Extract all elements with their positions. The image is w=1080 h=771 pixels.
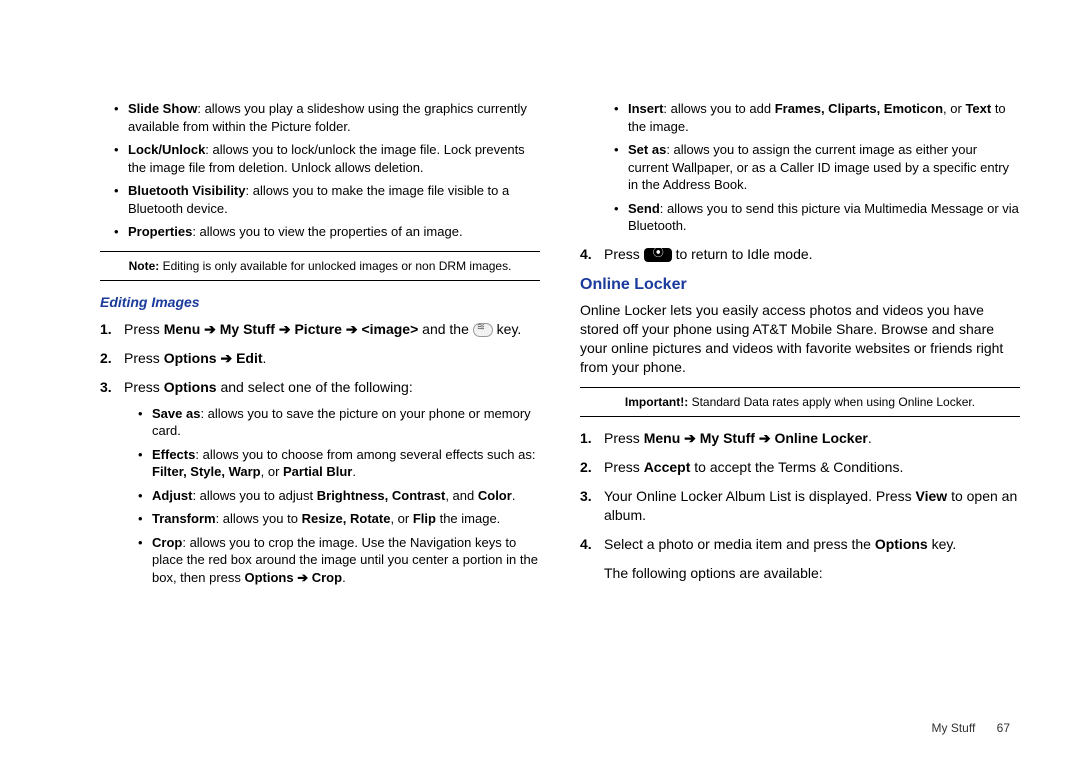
list-item: Transform: allows you to Resize, Rotate,…	[142, 510, 540, 528]
feature-bullets-left: Slide Show: allows you play a slideshow …	[100, 100, 540, 241]
online-locker-intro: Online Locker lets you easily access pho…	[580, 301, 1020, 377]
right-column: Insert: allows you to add Frames, Clipar…	[580, 100, 1020, 741]
editing-steps: 1. Press Menu ➔ My Stuff ➔ Picture ➔ <im…	[100, 320, 540, 587]
return-step: 4. Press to return to Idle mode.	[580, 245, 1020, 264]
list-item: 1.Press Menu ➔ My Stuff ➔ Online Locker.	[604, 429, 1020, 448]
list-item: 4. Press to return to Idle mode.	[604, 245, 1020, 264]
list-item: Bluetooth Visibility: allows you to make…	[118, 182, 540, 217]
important-box: Important!: Standard Data rates apply wh…	[580, 387, 1020, 417]
list-item: 4.Select a photo or media item and press…	[604, 535, 1020, 583]
list-item: Send: allows you to send this picture vi…	[618, 200, 1020, 235]
left-column: Slide Show: allows you play a slideshow …	[100, 100, 540, 741]
list-item: Crop: allows you to crop the image. Use …	[142, 534, 540, 587]
footer-section: My Stuff	[932, 721, 976, 735]
list-item: Insert: allows you to add Frames, Clipar…	[618, 100, 1020, 135]
list-item: 3. Press Options and select one of the f…	[124, 378, 540, 587]
list-item: Slide Show: allows you play a slideshow …	[118, 100, 540, 135]
list-item: 2. Press Options ➔ Edit.	[124, 349, 540, 368]
list-item: 1. Press Menu ➔ My Stuff ➔ Picture ➔ <im…	[124, 320, 540, 339]
list-item: 2.Press Accept to accept the Terms & Con…	[604, 458, 1020, 477]
page-footer: My Stuff 67	[932, 721, 1011, 735]
list-item: Effects: allows you to choose from among…	[142, 446, 540, 481]
select-key-icon	[473, 323, 493, 337]
online-locker-steps: 1.Press Menu ➔ My Stuff ➔ Online Locker.…	[580, 429, 1020, 582]
page-number: 67	[997, 721, 1010, 735]
list-item: Save as: allows you to save the picture …	[142, 405, 540, 440]
list-item: Adjust: allows you to adjust Brightness,…	[142, 487, 540, 505]
note-box: Note: Editing is only available for unlo…	[100, 251, 540, 281]
feature-bullets-right: Insert: allows you to add Frames, Clipar…	[580, 100, 1020, 235]
heading-online-locker: Online Locker	[580, 274, 1020, 296]
end-key-icon	[644, 248, 672, 262]
list-item: 3.Your Online Locker Album List is displ…	[604, 487, 1020, 525]
list-item: Set as: allows you to assign the current…	[618, 141, 1020, 194]
document-page: Slide Show: allows you play a slideshow …	[0, 0, 1080, 771]
list-item: Lock/Unlock: allows you to lock/unlock t…	[118, 141, 540, 176]
list-item: Properties: allows you to view the prope…	[118, 223, 540, 241]
options-available-text: The following options are available:	[604, 564, 1020, 583]
subheading-editing-images: Editing Images	[100, 293, 540, 312]
edit-options-bullets: Save as: allows you to save the picture …	[124, 405, 540, 587]
